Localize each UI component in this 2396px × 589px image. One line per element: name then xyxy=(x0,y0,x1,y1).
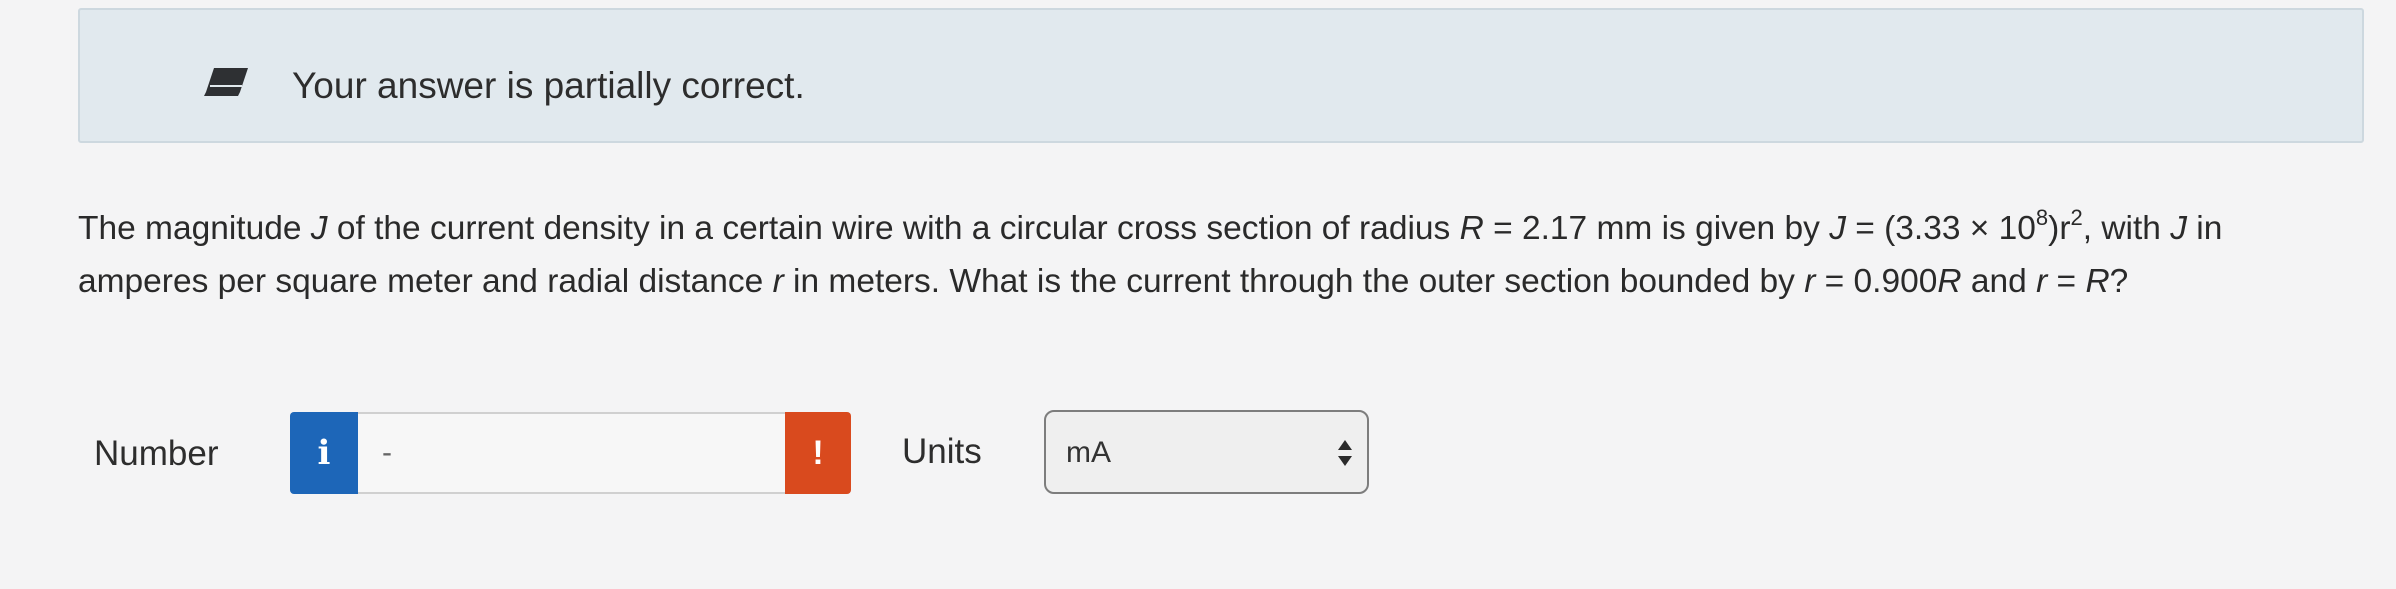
info-icon: i xyxy=(317,433,331,473)
number-input[interactable] xyxy=(358,412,785,494)
pencil-eraser-icon xyxy=(204,68,248,96)
question-text: The magnitude J of the current density i… xyxy=(78,205,2223,301)
question-page: Your answer is partially correct. The ma… xyxy=(0,0,2396,589)
feedback-banner: Your answer is partially correct. xyxy=(78,8,2364,143)
info-button[interactable]: i xyxy=(290,412,358,494)
units-selected-value: mA xyxy=(1066,436,1111,469)
feedback-message: Your answer is partially correct. xyxy=(292,65,805,106)
number-label: Number xyxy=(94,434,219,473)
exclamation-icon: ! xyxy=(812,433,824,472)
answer-row: Number i ! Units mA xyxy=(0,406,2396,496)
select-arrows-icon xyxy=(1338,440,1352,466)
units-label: Units xyxy=(902,432,982,471)
units-select[interactable]: mA xyxy=(1044,410,1369,494)
alert-button[interactable]: ! xyxy=(785,412,851,494)
